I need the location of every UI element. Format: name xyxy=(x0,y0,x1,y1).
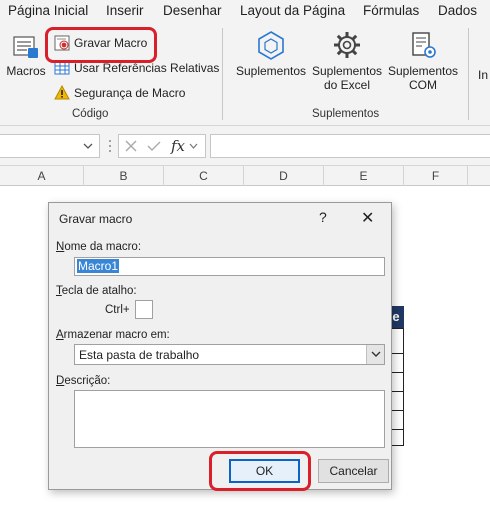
column-header-e[interactable]: E xyxy=(324,166,404,186)
formula-input[interactable] xyxy=(210,134,490,158)
suplementos-excel-line2: do Excel xyxy=(323,78,371,92)
column-header-b[interactable]: B xyxy=(84,166,164,186)
tab-dados[interactable]: Dados xyxy=(438,3,477,18)
gravar-macro-dialog: Gravar macro ? ✕ Nome da macro: Macro1 T… xyxy=(48,202,392,490)
nome-da-macro-label: Nome da macro: xyxy=(56,241,142,253)
column-headers: A B C D E F xyxy=(0,166,490,186)
description-textarea[interactable] xyxy=(74,390,385,448)
macro-name-value: Macro1 xyxy=(77,259,120,273)
store-macro-in-select[interactable]: Esta pasta de trabalho xyxy=(74,344,385,365)
tecla-de-atalho-label: Tecla de atalho: xyxy=(56,285,137,297)
tab-inserir[interactable]: Inserir xyxy=(106,3,144,18)
highlight-gravar-macro xyxy=(45,27,157,63)
tab-desenhar[interactable]: Desenhar xyxy=(163,3,222,18)
tab-pagina-inicial[interactable]: Página Inicial xyxy=(8,3,88,18)
com-addins-icon xyxy=(412,32,436,58)
armazenar-macro-em-label: Armazenar macro em: xyxy=(56,329,170,341)
descricao-label: Descrição: xyxy=(56,375,111,387)
help-button[interactable]: ? xyxy=(319,209,327,225)
grip-icon xyxy=(109,140,111,152)
dialog-title: Gravar macro xyxy=(59,212,133,226)
menu-tab-bar: Página Inicial Inserir Desenhar Layout d… xyxy=(0,0,490,22)
gear-icon xyxy=(334,32,360,58)
insert-function-button[interactable]: fx xyxy=(171,137,185,155)
chevron-down-icon[interactable] xyxy=(189,143,198,149)
warning-icon xyxy=(54,85,70,100)
formula-bar: fx xyxy=(0,126,490,166)
column-header-c[interactable]: C xyxy=(164,166,244,186)
close-button[interactable]: ✕ xyxy=(361,208,374,228)
tab-layout-da-pagina[interactable]: Layout da Página xyxy=(240,3,345,18)
seguranca-de-macro-button[interactable]: Segurança de Macro xyxy=(54,83,185,103)
usar-referencias-relativas-label: Usar Referências Relativas xyxy=(74,61,220,75)
column-header-a[interactable]: A xyxy=(0,166,84,186)
store-macro-in-value: Esta pasta de trabalho xyxy=(79,348,200,362)
suplementos-com-line2: COM xyxy=(409,78,437,92)
suplementos-group-label: Suplementos xyxy=(312,108,380,120)
column-header-d[interactable]: D xyxy=(244,166,324,186)
macros-icon xyxy=(13,36,38,58)
cancel-button[interactable]: Cancelar xyxy=(318,459,389,483)
addins-icon xyxy=(258,31,284,60)
codigo-group-label: Código xyxy=(72,108,109,120)
cancel-entry-icon[interactable] xyxy=(125,140,137,152)
ribbon-separator xyxy=(468,28,469,120)
suplementos-excel-line1: Suplementos xyxy=(311,64,383,78)
suplementos-label: Suplementos xyxy=(235,64,307,78)
macro-name-input[interactable]: Macro1 xyxy=(74,257,385,276)
column-header-f[interactable]: F xyxy=(404,166,468,186)
confirm-entry-icon[interactable] xyxy=(147,140,161,152)
ribbon-separator xyxy=(222,28,223,120)
highlight-ok-button xyxy=(209,451,311,491)
suplementos-com-button[interactable]: Suplementos COM xyxy=(386,30,460,92)
suplementos-button[interactable]: Suplementos xyxy=(234,30,308,78)
name-box[interactable] xyxy=(0,134,100,158)
chevron-down-icon[interactable] xyxy=(83,143,93,150)
suplementos-do-excel-button[interactable]: Suplementos do Excel xyxy=(310,30,384,92)
macros-label: Macros xyxy=(6,64,46,78)
ctrl-prefix-label: Ctrl+ xyxy=(105,304,130,316)
partial-ribbon-label[interactable]: In xyxy=(478,68,490,82)
suplementos-com-line1: Suplementos xyxy=(387,64,459,78)
seguranca-de-macro-label: Segurança de Macro xyxy=(74,86,186,100)
shortcut-key-input[interactable] xyxy=(135,300,153,319)
formula-buttons: fx xyxy=(118,134,206,158)
tab-formulas[interactable]: Fórmulas xyxy=(363,3,419,18)
chevron-down-icon[interactable] xyxy=(366,345,384,364)
macros-button[interactable]: Macros xyxy=(4,34,48,78)
